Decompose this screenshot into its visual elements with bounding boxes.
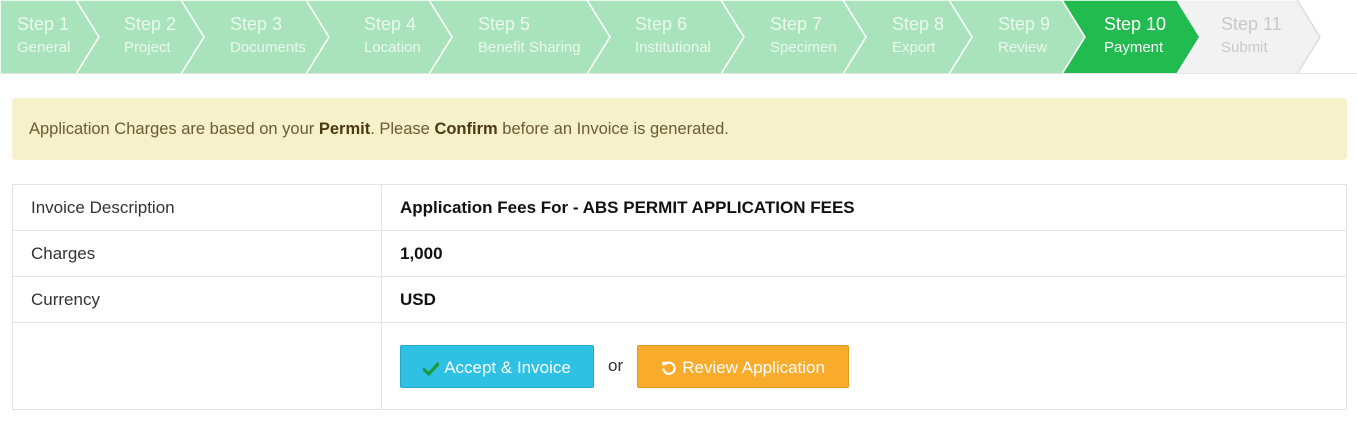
row-label: Invoice Description	[12, 184, 382, 231]
accept-invoice-button[interactable]: Accept & Invoice	[400, 344, 594, 388]
wizard-step-4[interactable]: Step 4 Location	[364, 0, 421, 74]
review-application-label: Review Application	[682, 357, 825, 377]
wizard-step-2[interactable]: Step 2 Project	[124, 0, 176, 74]
wizard-step-7[interactable]: Step 7 Specimen	[770, 0, 837, 74]
table-row-actions: Accept & Invoice or Review Application	[12, 322, 1347, 410]
step-title: Location	[364, 39, 421, 56]
table-row-description: Invoice Description Application Fees For…	[12, 184, 1347, 231]
info-alert: Application Charges are based on your Pe…	[12, 98, 1347, 160]
wizard-steps: Step 1 General Step 2 Project Step 3 Document…	[0, 0, 1357, 74]
or-text: or	[608, 356, 624, 375]
check-icon	[422, 361, 440, 376]
wizard-step-9[interactable]: Step 9 Review	[998, 0, 1050, 74]
step-title: Export	[892, 39, 936, 56]
step-title: Project	[124, 39, 171, 56]
step-number: Step 10	[1104, 14, 1167, 34]
invoice-description-value: Application Fees For - ABS PERMIT APPLIC…	[381, 184, 1347, 231]
step-title: Institutional	[635, 39, 711, 56]
step-title: Submit	[1221, 39, 1268, 56]
alert-bold-confirm: Confirm	[434, 120, 498, 138]
empty-cell	[12, 322, 382, 410]
currency-value: USD	[381, 276, 1347, 323]
step-title: Documents	[230, 39, 306, 56]
step-title: General	[17, 39, 71, 56]
undo-icon	[662, 361, 676, 375]
table-row-charges: Charges 1,000	[12, 230, 1347, 277]
wizard-step-5[interactable]: Step 5 Benefit Sharing	[478, 0, 581, 74]
table-row-currency: Currency USD	[12, 276, 1347, 323]
step-number: Step 2	[124, 14, 177, 34]
alert-bold-permit: Permit	[318, 120, 371, 138]
step-number: Step 1	[17, 14, 70, 34]
actions-cell: Accept & Invoice or Review Application	[381, 322, 1347, 410]
step-title: Benefit Sharing	[478, 39, 581, 56]
step-number: Step 5	[478, 14, 531, 34]
accept-invoice-label: Accept & Invoice	[444, 357, 571, 377]
wizard-step-11[interactable]: Step 11 Submit	[1221, 0, 1282, 74]
alert-text-prefix: Application Charges are based on your	[29, 120, 319, 138]
step-number: Step 7	[770, 14, 823, 34]
charges-value: 1,000	[381, 230, 1347, 277]
step-number: Step 6	[635, 14, 688, 34]
alert-text-middle: . Please	[370, 120, 435, 138]
wizard-step-1[interactable]: Step 1 General	[17, 0, 70, 74]
step-title: Specimen	[770, 39, 837, 56]
wizard-step-6[interactable]: Step 6 Institutional	[635, 0, 711, 74]
row-label: Currency	[12, 276, 382, 323]
step-number: Step 4	[364, 14, 417, 34]
step-number: Step 3	[230, 14, 283, 34]
alert-text-suffix: before an Invoice is generated.	[497, 120, 729, 138]
step-title: Review	[998, 39, 1048, 56]
invoice-table: Invoice Description Application Fees For…	[12, 184, 1347, 410]
step-number: Step 11	[1221, 14, 1282, 34]
wizard-step-8[interactable]: Step 8 Export	[892, 0, 944, 74]
step-number: Step 9	[998, 14, 1051, 34]
step-title: Payment	[1104, 39, 1164, 56]
review-application-button[interactable]: Review Application	[637, 344, 850, 388]
row-label: Charges	[12, 230, 382, 277]
step-number: Step 8	[892, 14, 945, 34]
wizard-step-3[interactable]: Step 3 Documents	[230, 0, 306, 74]
wizard-step-10[interactable]: Step 10 Payment	[1104, 0, 1166, 74]
